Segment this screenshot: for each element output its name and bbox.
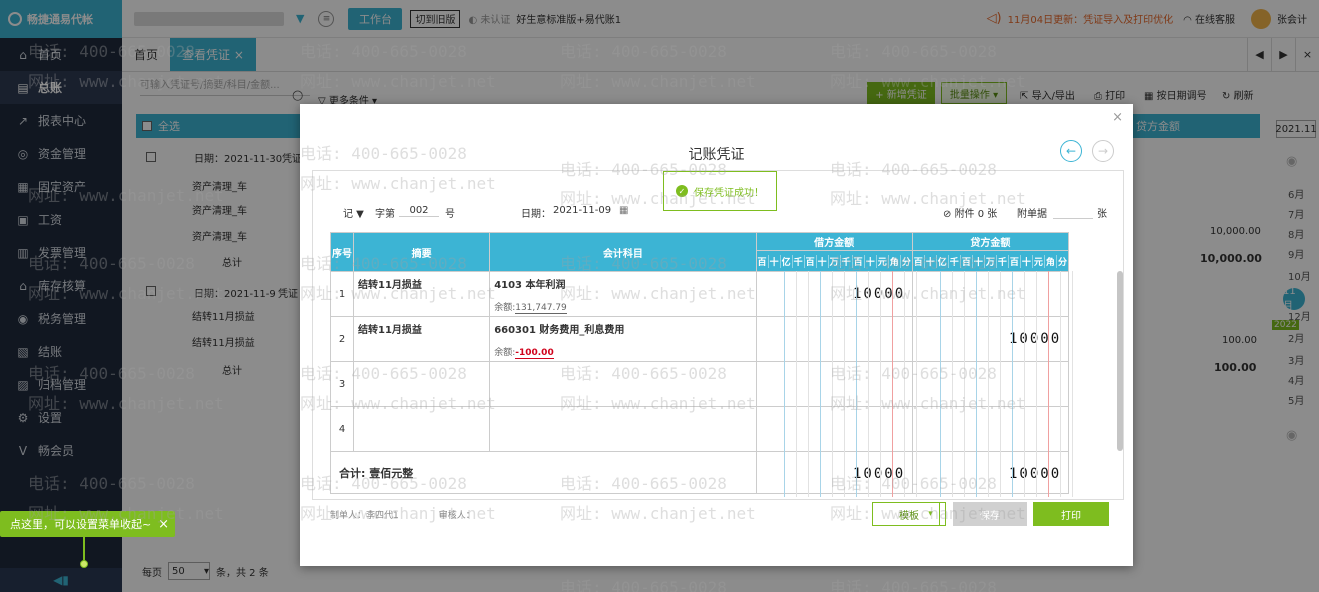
debit-cell[interactable]	[755, 316, 913, 362]
subject-cell[interactable]: 660301 财务费用_利息费用 余额:-100.00	[489, 316, 757, 362]
digit-gridline	[856, 271, 857, 497]
digit-gridline	[988, 271, 989, 497]
digit-unit: 分	[1055, 254, 1068, 268]
digit-gridline	[844, 271, 845, 497]
digit-unit: 千	[839, 254, 852, 268]
credit-cell[interactable]	[911, 406, 1070, 452]
digit-unit: 百	[913, 257, 923, 268]
digit-gridline	[784, 271, 785, 497]
digit-gridline	[832, 271, 833, 497]
attachment-link[interactable]: ⊘ 附件 0 张	[943, 205, 997, 220]
digit-unit: 百	[757, 257, 767, 268]
summary-cell[interactable]: 结转11月损益	[353, 271, 491, 317]
menu-collapse-tip: 点这里，可以设置菜单收起~ ×	[0, 511, 175, 537]
voucher-title: 记账凭证	[688, 147, 745, 163]
debit-digits: 百十亿千百十万千百十元角分	[757, 254, 912, 268]
digit-unit: 亿	[935, 254, 948, 268]
subject-cell[interactable]	[489, 406, 757, 452]
balance-value: 131,747.79	[515, 303, 567, 314]
voucher-date-input[interactable]: 2021-11-09	[553, 205, 611, 216]
close-icon[interactable]: ×	[158, 517, 169, 532]
digit-gridline	[1072, 271, 1073, 497]
chevron-down-icon: ▾	[928, 509, 933, 519]
template-dropdown[interactable]: ▾	[922, 502, 940, 526]
digit-gridline	[880, 271, 881, 497]
digit-unit: 百	[851, 254, 864, 268]
prev-voucher-icon[interactable]: ←	[1060, 140, 1082, 162]
credit-digits: 百十亿千百十万千百十元角分	[913, 254, 1068, 268]
digit-unit: 分	[899, 254, 912, 268]
digit-gridline	[820, 271, 821, 497]
digit-unit: 十	[923, 254, 936, 268]
digit-unit: 十	[971, 254, 984, 268]
voucher-body: ✓ 保存凭证成功！ 记 ▼ 字第 002 号 日期： 2021-11-09 ▦ ⊘…	[312, 170, 1124, 500]
digit-gridline	[796, 271, 797, 497]
vertical-scrollbar[interactable]	[1117, 271, 1123, 451]
close-icon[interactable]: ×	[1112, 110, 1123, 125]
save-button[interactable]: 保存	[953, 502, 1027, 526]
voucher-row: 4	[329, 406, 1070, 452]
voucher-modal: × 记账凭证 ← → ✓ 保存凭证成功！ 记 ▼ 字第 002 号 日期： 202…	[300, 104, 1133, 566]
digit-unit: 百	[959, 254, 972, 268]
digit-gridline	[1060, 271, 1061, 497]
digit-unit: 元	[1031, 254, 1044, 268]
voucher-number-input[interactable]: 002	[399, 205, 439, 217]
digit-gridline	[868, 271, 869, 497]
summary-cell[interactable]	[353, 406, 491, 452]
voucher-row: 2 结转11月损益 660301 财务费用_利息费用 余额:-100.00	[329, 316, 1070, 362]
credit-cell[interactable]	[911, 271, 1070, 317]
debit-cell[interactable]	[755, 361, 913, 407]
subject-cell[interactable]: 4103 本年利润 余额:131,747.79	[489, 271, 757, 317]
digit-gridline	[952, 271, 953, 497]
voucher-table: 序号 摘要 会计科目 借方金额 贷方金额 百十亿千百十万千百十元角分 百十亿千百…	[329, 232, 1070, 494]
digit-gridline	[808, 271, 809, 497]
digit-gridline	[1036, 271, 1037, 497]
digit-unit: 万	[983, 254, 996, 268]
digit-unit: 千	[791, 254, 804, 268]
digit-unit: 角	[1043, 254, 1056, 268]
digit-unit: 亿	[779, 254, 792, 268]
digit-unit: 千	[995, 254, 1008, 268]
balance-value: -100.00	[515, 348, 554, 359]
voucher-row: 1 结转11月损益 4103 本年利润 余额:131,747.79	[329, 271, 1070, 317]
save-success-toast: ✓ 保存凭证成功！	[663, 171, 777, 211]
summary-cell[interactable]: 结转11月损益	[353, 316, 491, 362]
digit-gridline	[964, 271, 965, 497]
digit-unit: 十	[863, 254, 876, 268]
tip-pointer-dot	[80, 560, 88, 568]
digit-unit: 万	[827, 254, 840, 268]
subject-cell[interactable]	[489, 361, 757, 407]
debit-cell[interactable]	[755, 406, 913, 452]
summary-cell[interactable]	[353, 361, 491, 407]
digit-gridline	[976, 271, 977, 497]
digit-unit: 千	[947, 254, 960, 268]
next-voucher-icon[interactable]: →	[1092, 140, 1114, 162]
digit-gridline	[904, 271, 905, 497]
digit-unit: 百	[803, 254, 816, 268]
digit-unit: 角	[887, 254, 900, 268]
digit-unit: 十	[1019, 254, 1032, 268]
total-row: 合计: 壹佰元整	[330, 451, 757, 494]
print-button[interactable]: 打印	[1033, 502, 1109, 526]
check-icon: ✓	[676, 185, 688, 197]
digit-gridline	[1048, 271, 1049, 497]
digit-gridline	[1000, 271, 1001, 497]
digit-unit: 十	[767, 254, 780, 268]
digit-gridline	[892, 271, 893, 497]
digit-unit: 元	[875, 254, 888, 268]
digit-gridline	[1024, 271, 1025, 497]
digit-gridline	[1012, 271, 1013, 497]
digit-unit: 十	[815, 254, 828, 268]
attach-doc-input[interactable]	[1053, 205, 1093, 219]
digit-gridline	[940, 271, 941, 497]
calendar-icon[interactable]: ▦	[619, 205, 628, 216]
digit-gridline	[916, 271, 917, 497]
credit-cell[interactable]	[911, 361, 1070, 407]
voucher-row: 3	[329, 361, 1070, 407]
voucher-type-select[interactable]: 记 ▼	[343, 205, 364, 220]
digit-unit: 百	[1007, 254, 1020, 268]
